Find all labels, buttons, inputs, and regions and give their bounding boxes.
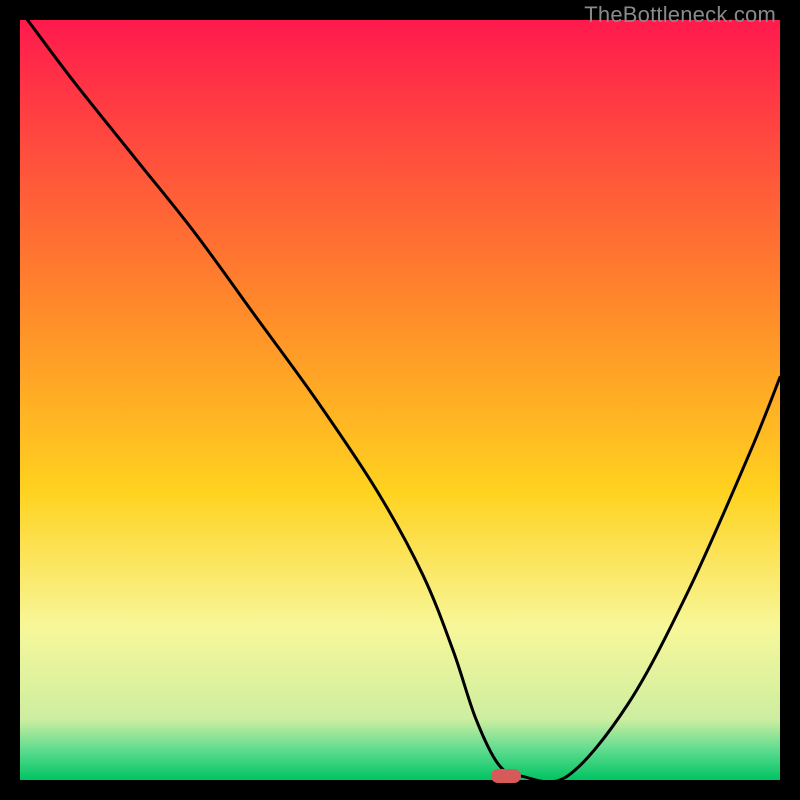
watermark-label: TheBottleneck.com xyxy=(584,2,776,28)
gradient-background xyxy=(20,20,780,780)
chart-frame xyxy=(20,20,780,780)
optimal-marker xyxy=(491,769,521,783)
bottleneck-chart xyxy=(20,20,780,780)
